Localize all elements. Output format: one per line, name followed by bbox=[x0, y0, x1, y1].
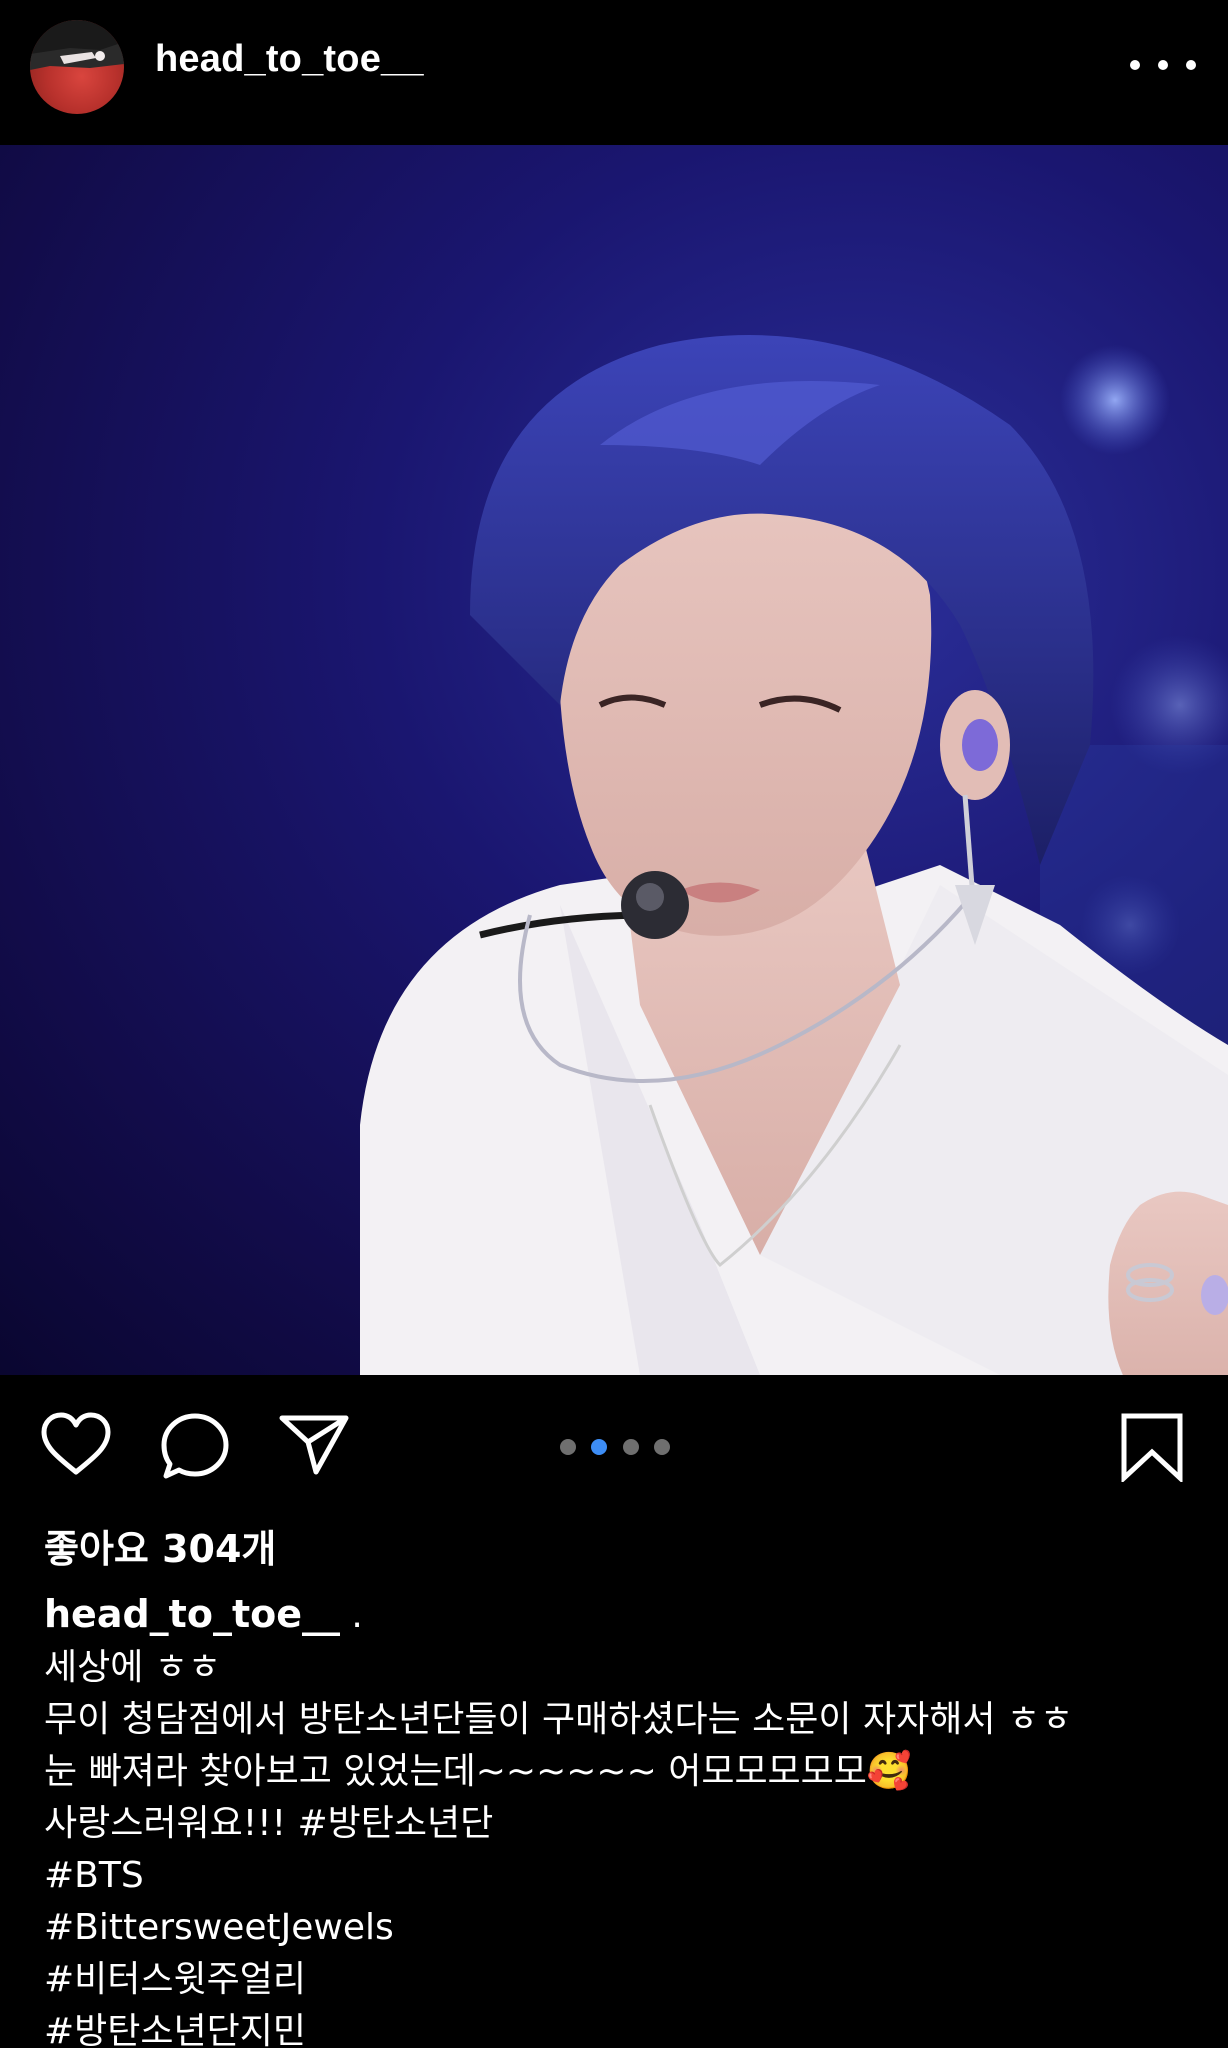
avatar-image-icon bbox=[30, 20, 124, 70]
caption-username-suffix: . bbox=[339, 1595, 363, 1636]
hashtag-link[interactable]: #BittersweetJewels bbox=[44, 1902, 1194, 1954]
carousel-dot bbox=[622, 1439, 639, 1455]
carousel-dot-active bbox=[591, 1439, 608, 1455]
caption-line: 무이 청담점에서 방탄소년단들이 구매하셨다는 소문이 자자해서 ㅎㅎ bbox=[44, 1699, 1074, 1740]
bookmark-icon[interactable] bbox=[1120, 1412, 1184, 1484]
hashtag-link[interactable]: #방탄소년단지민 bbox=[44, 2006, 1194, 2048]
caption-line: 사랑스러워요!!! #방탄소년단 bbox=[44, 1803, 494, 1844]
post-photo-art bbox=[360, 335, 1228, 1375]
hashtag-link[interactable]: #BTS bbox=[44, 1850, 1194, 1902]
post-screen: head_to_toe__ 좋아요 304개 head_to_toe__ . 세… bbox=[0, 0, 1228, 2048]
post-photo[interactable] bbox=[0, 145, 1228, 1375]
more-options-icon[interactable] bbox=[1130, 45, 1196, 85]
caption-line: 눈 빠져라 찾아보고 있었는데~~~~~~ 어모모모모모🥰 bbox=[44, 1751, 912, 1792]
carousel-dot bbox=[653, 1439, 670, 1455]
hashtag-link[interactable]: #비터스윗주얼리 bbox=[44, 1954, 1194, 2006]
carousel-indicator bbox=[560, 1438, 670, 1456]
post-caption: head_to_toe__ . 세상에 ㅎㅎ 무이 청담점에서 방탄소년단들이 … bbox=[44, 1588, 1194, 2048]
comment-bubble-icon[interactable] bbox=[160, 1412, 230, 1480]
header-username[interactable]: head_to_toe__ bbox=[155, 38, 424, 81]
likes-count[interactable]: 좋아요 304개 bbox=[44, 1518, 276, 1573]
paper-plane-icon[interactable] bbox=[278, 1412, 350, 1476]
post-action-bar bbox=[0, 1375, 1228, 1505]
avatar[interactable] bbox=[30, 20, 124, 114]
carousel-dot bbox=[560, 1439, 576, 1455]
caption-username[interactable]: head_to_toe__ bbox=[44, 1592, 340, 1636]
heart-icon[interactable] bbox=[40, 1412, 112, 1476]
caption-line: 세상에 ㅎㅎ bbox=[44, 1647, 222, 1688]
post-header: head_to_toe__ bbox=[0, 0, 1228, 145]
